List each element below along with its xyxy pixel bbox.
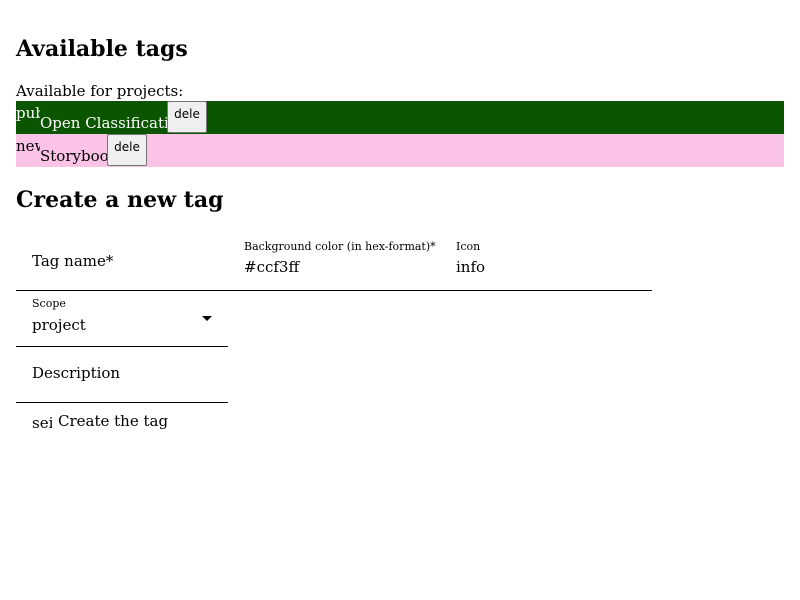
create-tag-button[interactable]: Create the tag	[58, 412, 169, 430]
tag-row: new Storybook dele	[16, 134, 784, 167]
tag-name-label: Tag name*	[32, 252, 114, 270]
available-for-projects-label: Available for projects:	[16, 82, 184, 100]
icon-field[interactable]: Icon info	[456, 240, 636, 280]
icon-value: info	[456, 258, 486, 276]
dropdown-caret-icon	[202, 316, 212, 321]
description-label: Description	[32, 364, 121, 382]
available-tags-heading: Available tags	[16, 36, 188, 62]
icon-label: Icon	[456, 240, 481, 253]
tag-fields-row: Tag name* Background color (in hex-forma…	[16, 230, 652, 291]
form-actions: sei Create the tag	[16, 402, 416, 442]
background-color-field[interactable]: Background color (in hex-format)* #ccf3f…	[244, 240, 444, 280]
scope-value: project	[32, 316, 86, 334]
tag-icon: new	[16, 137, 40, 155]
scope-label: Scope	[32, 297, 66, 310]
background-color-label: Background color (in hex-format)*	[244, 240, 436, 253]
tag-icon: pub	[16, 104, 40, 122]
scope-select[interactable]: Scope project	[16, 290, 228, 347]
truncated-text: sei	[32, 414, 52, 432]
tag-name: Open Classification	[40, 114, 188, 132]
background-color-value: #ccf3ff	[244, 258, 300, 276]
create-tag-heading: Create a new tag	[16, 187, 224, 213]
delete-tag-button[interactable]: dele	[167, 101, 207, 133]
delete-tag-button[interactable]: dele	[107, 134, 147, 166]
page: Available tags Available for projects: p…	[0, 0, 800, 600]
description-field[interactable]: Description	[16, 346, 228, 403]
tag-row: pub Open Classification dele	[16, 101, 784, 134]
